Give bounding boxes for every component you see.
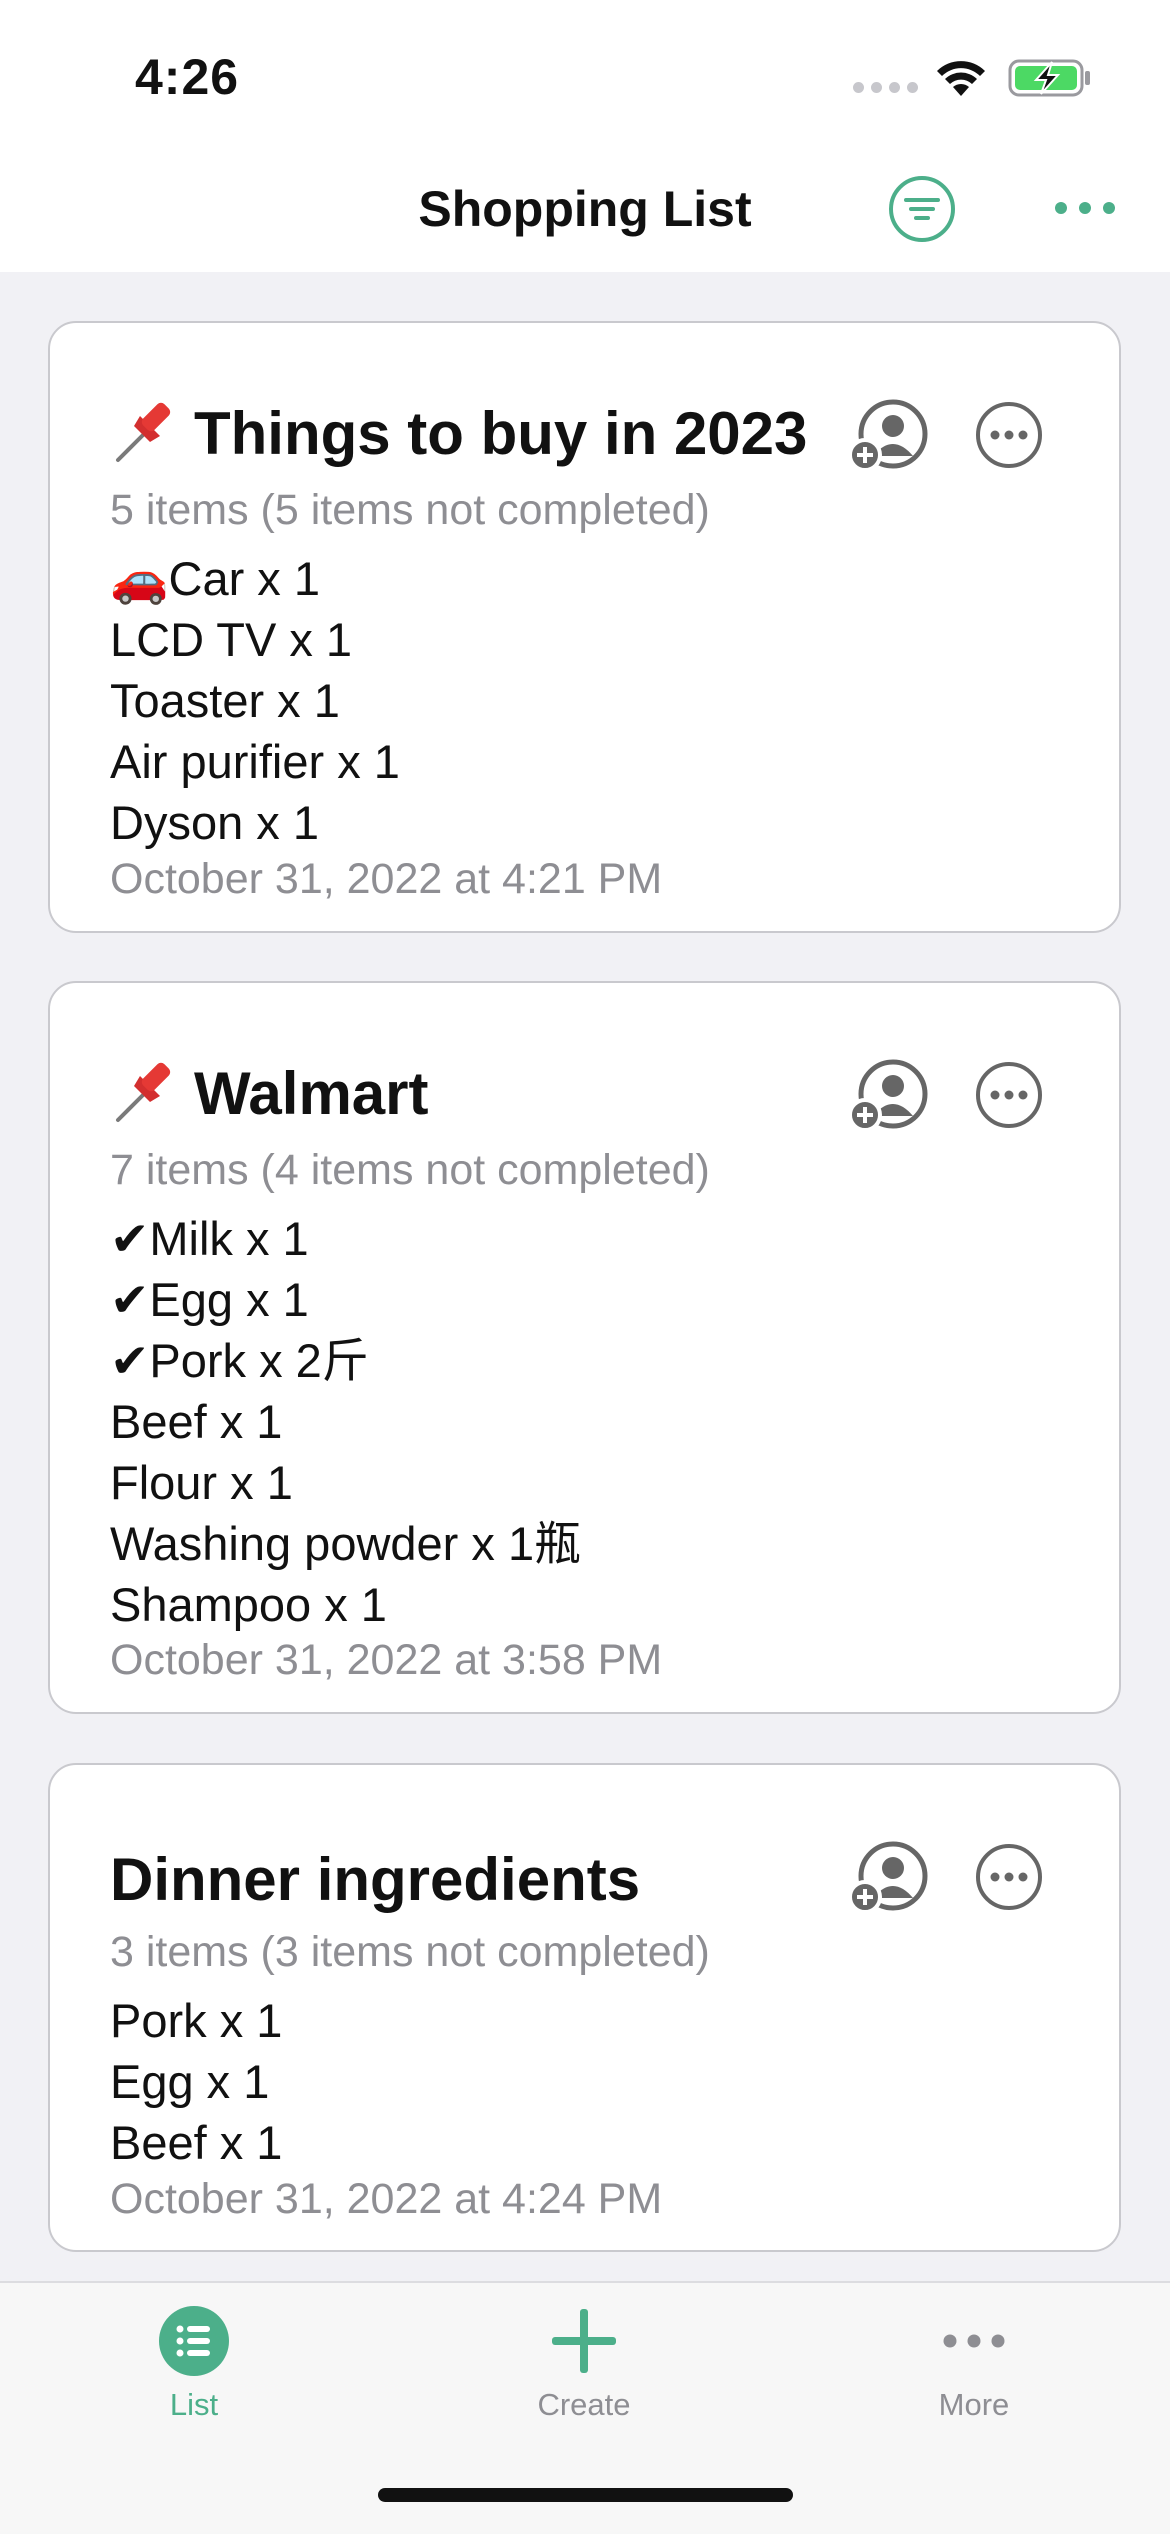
more-options-icon[interactable] bbox=[1052, 188, 1118, 228]
cellular-signal-icon bbox=[853, 82, 918, 93]
battery-charging-icon bbox=[1008, 59, 1090, 97]
share-person-icon[interactable] bbox=[847, 1058, 931, 1134]
list-item: Flour x 1 bbox=[110, 1456, 293, 1509]
list-item: 🚗Car x 1 bbox=[110, 552, 321, 605]
list-title: Dinner ingredients bbox=[110, 1846, 641, 1913]
pin-icon bbox=[116, 402, 171, 462]
plus-icon bbox=[552, 2309, 616, 2373]
list-card[interactable]: Things to buy in 2023 5 items (5 items n… bbox=[48, 321, 1121, 933]
tab-label: Create bbox=[537, 2387, 631, 2422]
list-title-row: Things to buy in 2023 bbox=[110, 396, 807, 468]
navigation-bar: Shopping List bbox=[0, 150, 1170, 272]
list-item: Beef x 1 bbox=[110, 2116, 283, 2169]
list-date: October 31, 2022 at 3:58 PM bbox=[110, 1636, 663, 1684]
tab-label: More bbox=[938, 2387, 1010, 2422]
list-item: ✔Pork x 2斤 bbox=[110, 1334, 369, 1387]
share-person-icon[interactable] bbox=[847, 398, 931, 474]
list-summary: 7 items (4 items not completed) bbox=[110, 1146, 710, 1194]
list-item: Beef x 1 bbox=[110, 1395, 283, 1448]
share-person-icon[interactable] bbox=[847, 1840, 931, 1916]
ellipsis-circle-icon[interactable] bbox=[975, 1061, 1043, 1129]
list-item: Egg x 1 bbox=[110, 2055, 270, 2108]
list-card[interactable]: Walmart 7 items (4 items not completed) … bbox=[48, 981, 1121, 1714]
list-items: ✔Milk x 1 ✔Egg x 1 ✔Pork x 2斤 Beef x 1 F… bbox=[110, 1208, 581, 1635]
list-title-row: Dinner ingredients bbox=[110, 1845, 640, 1914]
page-title: Shopping List bbox=[418, 181, 752, 237]
ellipsis-circle-icon[interactable] bbox=[975, 401, 1043, 469]
list-item: LCD TV x 1 bbox=[110, 613, 353, 666]
list-summary: 5 items (5 items not completed) bbox=[110, 486, 710, 534]
wifi-icon bbox=[937, 61, 985, 96]
list-item: ✔Egg x 1 bbox=[110, 1273, 309, 1326]
list-item: Shampoo x 1 bbox=[110, 1578, 387, 1631]
list-item: Air purifier x 1 bbox=[110, 735, 400, 788]
pin-icon bbox=[116, 1062, 171, 1122]
list-date: October 31, 2022 at 4:21 PM bbox=[110, 855, 663, 903]
tab-label: List bbox=[169, 2387, 219, 2422]
status-time: 4:26 bbox=[135, 49, 240, 105]
list-item: Pork x 1 bbox=[110, 1994, 283, 2047]
list-icon bbox=[159, 2306, 229, 2376]
list-date: October 31, 2022 at 4:24 PM bbox=[110, 2175, 663, 2223]
list-title: Walmart bbox=[194, 1060, 429, 1127]
ellipsis-circle-icon[interactable] bbox=[975, 1843, 1043, 1911]
list-item: Dyson x 1 bbox=[110, 796, 319, 849]
list-item: ✔Milk x 1 bbox=[110, 1212, 309, 1265]
filter-icon[interactable] bbox=[888, 175, 956, 243]
list-item: Toaster x 1 bbox=[110, 674, 340, 727]
status-bar: 4:26 bbox=[0, 0, 1170, 150]
list-items: 🚗Car x 1 LCD TV x 1 Toaster x 1 Air puri… bbox=[110, 548, 400, 853]
home-indicator bbox=[378, 2488, 793, 2502]
list-summary: 3 items (3 items not completed) bbox=[110, 1928, 710, 1976]
list-items: Pork x 1 Egg x 1 Beef x 1 bbox=[110, 1990, 282, 2173]
list-card[interactable]: Dinner ingredients 3 items (3 items not … bbox=[48, 1763, 1121, 2252]
list-item: Washing powder x 1瓶 bbox=[110, 1517, 582, 1570]
list-title: Things to buy in 2023 bbox=[194, 400, 808, 467]
ellipsis-icon bbox=[943, 2334, 1005, 2348]
list-title-row: Walmart bbox=[110, 1056, 429, 1128]
